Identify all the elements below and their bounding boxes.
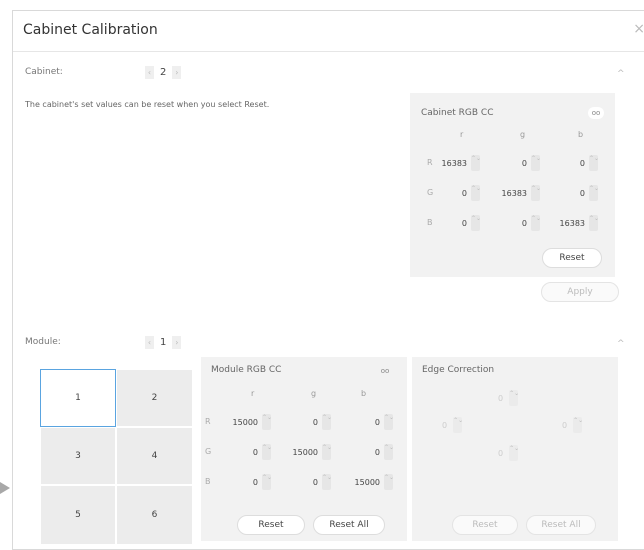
edge-reset-all-button[interactable]: Reset All — [526, 515, 596, 535]
column-header-r: r — [460, 130, 464, 139]
module-rgb-cc-panel: Module RGB CC oo r g b R G B 15000 ⌃⌄ 0 ⌃⌄… — [201, 357, 407, 541]
chevron-right-icon[interactable]: › — [172, 66, 182, 79]
module-reset-button[interactable]: Reset — [237, 515, 305, 535]
module-value: 1 — [160, 337, 167, 348]
row-label-r: R — [427, 158, 433, 167]
spinner-icon: ⌃⌄ — [453, 417, 463, 433]
module-gg-field[interactable]: 15000 ⌃⌄ — [283, 443, 332, 461]
spinner-icon: ⌃⌄ — [471, 155, 481, 171]
cabinet-label: Cabinet: — [25, 67, 63, 77]
module-rb-field[interactable]: 0 ⌃⌄ — [343, 413, 394, 431]
module-grid: 1 2 3 4 5 6 — [40, 369, 193, 545]
cabinet-calibration-dialog: Cabinet Calibration × Cabinet: ‹ 2 › ^ T… — [12, 10, 644, 550]
cabinet-reset-button[interactable]: Reset — [542, 248, 602, 268]
module-collapse-icon[interactable]: ^ — [617, 339, 625, 349]
edge-left-field[interactable]: 0 ⌃⌄ — [442, 417, 463, 433]
column-header-b: b — [578, 130, 584, 139]
module-cell-3[interactable]: 3 — [40, 427, 116, 485]
cabinet-gb-field[interactable]: 0 ⌃⌄ — [552, 184, 599, 202]
module-cell-1[interactable]: 1 — [40, 369, 116, 427]
spinner-icon: ⌃⌄ — [589, 155, 599, 171]
apply-button[interactable]: Apply — [541, 282, 619, 302]
spinner-icon: ⌃⌄ — [573, 417, 583, 433]
dialog-title: Cabinet Calibration — [23, 22, 158, 38]
module-cell-4[interactable]: 4 — [116, 427, 193, 485]
spinner-icon: ⌃⌄ — [322, 444, 332, 460]
cabinet-gg-field[interactable]: 16383 ⌃⌄ — [494, 184, 541, 202]
module-bg-field[interactable]: 0 ⌃⌄ — [283, 473, 332, 491]
spinner-icon: ⌃⌄ — [589, 215, 599, 231]
edge-right-field[interactable]: 0 ⌃⌄ — [562, 417, 583, 433]
module-cell-6[interactable]: 6 — [116, 485, 193, 545]
cabinet-bb-field[interactable]: 16383 ⌃⌄ — [552, 214, 599, 232]
row-label-b: B — [205, 477, 211, 486]
cabinet-br-field[interactable]: 0 ⌃⌄ — [434, 214, 481, 232]
spinner-icon: ⌃⌄ — [531, 185, 541, 201]
spinner-icon: ⌃⌄ — [262, 474, 272, 490]
module-reset-all-button[interactable]: Reset All — [313, 515, 385, 535]
spinner-icon: ⌃⌄ — [509, 445, 519, 461]
module-rr-field[interactable]: 15000 ⌃⌄ — [213, 413, 272, 431]
module-br-field[interactable]: 0 ⌃⌄ — [213, 473, 272, 491]
cabinet-stepper[interactable]: ‹ 2 › — [145, 66, 182, 79]
cabinet-rgb-cc-title: Cabinet RGB CC — [421, 108, 494, 118]
row-label-b: B — [427, 218, 433, 227]
link-icon[interactable]: oo — [377, 365, 393, 377]
spinner-icon: ⌃⌄ — [531, 215, 541, 231]
cabinet-gr-field[interactable]: 0 ⌃⌄ — [434, 184, 481, 202]
column-header-g: g — [311, 389, 317, 398]
module-bb-field[interactable]: 15000 ⌃⌄ — [343, 473, 394, 491]
pointer-arrow — [0, 482, 10, 494]
spinner-icon: ⌃⌄ — [471, 215, 481, 231]
cabinet-value: 2 — [160, 67, 167, 78]
row-label-r: R — [205, 417, 211, 426]
chevron-left-icon[interactable]: ‹ — [145, 66, 154, 79]
module-rg-field[interactable]: 0 ⌃⌄ — [283, 413, 332, 431]
module-stepper[interactable]: ‹ 1 › — [145, 336, 182, 349]
module-gr-field[interactable]: 0 ⌃⌄ — [213, 443, 272, 461]
module-cell-5[interactable]: 5 — [40, 485, 116, 545]
spinner-icon: ⌃⌄ — [384, 444, 394, 460]
column-header-g: g — [520, 130, 526, 139]
spinner-icon: ⌃⌄ — [531, 155, 541, 171]
title-bar: Cabinet Calibration × — [13, 11, 644, 52]
close-icon[interactable]: × — [633, 21, 644, 37]
cabinet-rb-field[interactable]: 0 ⌃⌄ — [552, 154, 599, 172]
column-header-r: r — [251, 389, 255, 398]
spinner-icon: ⌃⌄ — [262, 444, 272, 460]
cabinet-rg-field[interactable]: 0 ⌃⌄ — [494, 154, 541, 172]
row-label-g: G — [427, 188, 434, 197]
chevron-right-icon[interactable]: › — [172, 336, 182, 349]
edge-bottom-field[interactable]: 0 ⌃⌄ — [498, 445, 519, 461]
cabinet-rgb-cc-panel: Cabinet RGB CC oo r g b R G B 16383 ⌃⌄ 0 ⌃… — [410, 93, 615, 277]
spinner-icon: ⌃⌄ — [589, 185, 599, 201]
edge-top-field[interactable]: 0 ⌃⌄ — [498, 390, 519, 406]
module-rgb-cc-title: Module RGB CC — [211, 365, 282, 375]
edge-correction-title: Edge Correction — [422, 365, 495, 375]
spinner-icon: ⌃⌄ — [471, 185, 481, 201]
module-label: Module: — [25, 337, 61, 347]
cabinet-description: The cabinet's set values can be reset wh… — [25, 100, 270, 109]
module-cell-2[interactable]: 2 — [116, 369, 193, 427]
column-header-b: b — [361, 389, 367, 398]
edge-reset-button[interactable]: Reset — [452, 515, 518, 535]
spinner-icon: ⌃⌄ — [384, 474, 394, 490]
spinner-icon: ⌃⌄ — [384, 414, 394, 430]
link-icon[interactable]: oo — [588, 107, 604, 119]
spinner-icon: ⌃⌄ — [509, 390, 519, 406]
spinner-icon: ⌃⌄ — [322, 414, 332, 430]
cabinet-collapse-icon[interactable]: ^ — [617, 69, 625, 79]
cabinet-bg-field[interactable]: 0 ⌃⌄ — [494, 214, 541, 232]
spinner-icon: ⌃⌄ — [322, 474, 332, 490]
row-label-g: G — [205, 447, 212, 456]
cabinet-rr-field[interactable]: 16383 ⌃⌄ — [434, 154, 481, 172]
spinner-icon: ⌃⌄ — [262, 414, 272, 430]
edge-correction-panel: Edge Correction 0 ⌃⌄ 0 ⌃⌄ 0 ⌃⌄ 0 ⌃⌄ Reset Re… — [412, 357, 618, 541]
chevron-left-icon[interactable]: ‹ — [145, 336, 154, 349]
module-gb-field[interactable]: 0 ⌃⌄ — [343, 443, 394, 461]
